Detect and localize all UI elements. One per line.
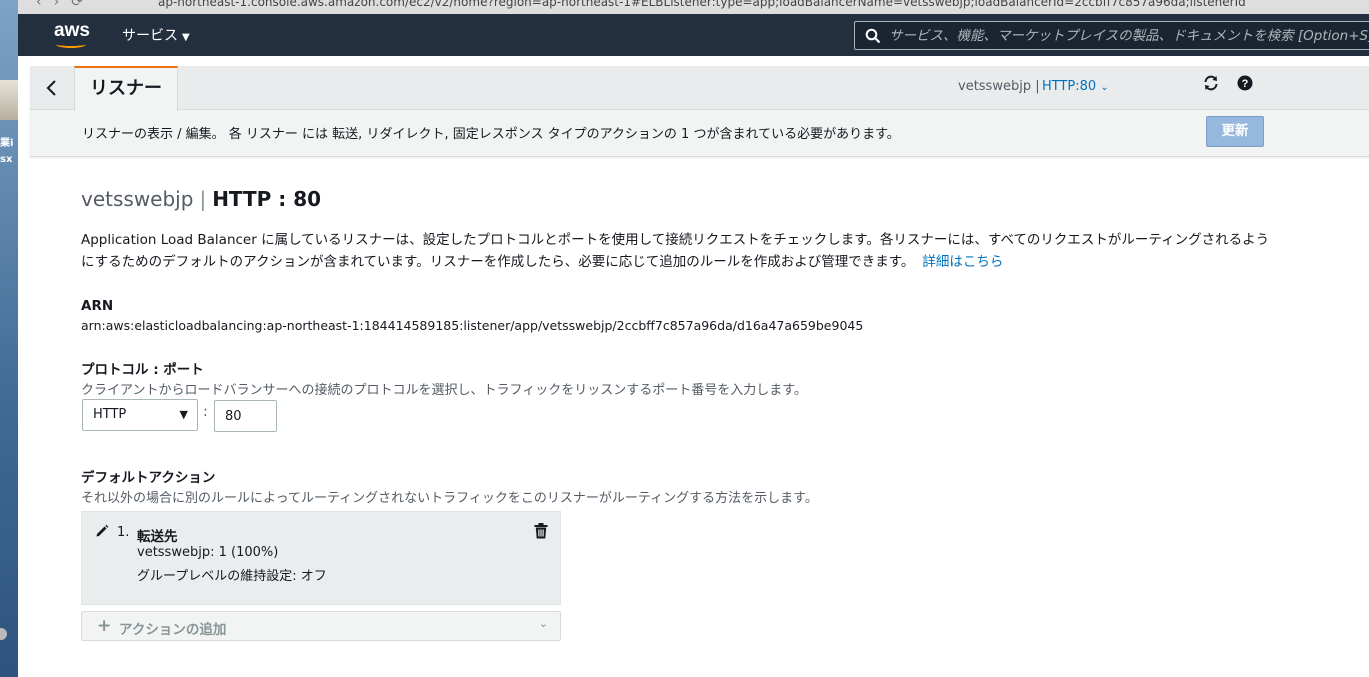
page-title-lb: vetsswebjp (81, 187, 194, 211)
pencil-icon[interactable] (95, 524, 109, 538)
caret-down-icon: ▼ (179, 408, 188, 421)
desktop-file-thumbnail (0, 80, 18, 120)
default-action-card: 1. 転送先 vetsswebjp: 1 (100%) グループレベルの維持設定… (81, 511, 561, 605)
page-title: vetsswebjp | HTTP : 80 (81, 184, 1281, 214)
trash-icon[interactable] (534, 523, 548, 539)
global-search[interactable] (854, 21, 1369, 50)
action-number: 1. (117, 525, 130, 540)
browser-nav-arrows[interactable]: ‹›⟳ (36, 0, 95, 10)
browser-address-bar[interactable]: ‹›⟳ ap-northeast-1.console.aws.amazon.co… (18, 0, 1369, 14)
window-control-dot (0, 628, 7, 640)
learn-more-link[interactable]: 詳細はこちら (922, 254, 1003, 270)
listener-selector[interactable]: HTTP:80 ⌄ (1042, 79, 1109, 94)
page-title-listener: HTTP : 80 (212, 187, 322, 211)
action-title: 転送先 (137, 529, 178, 545)
default-action-description: それ以外の場合に別のルールによってルーティングされないトラフィックをこのリスナー… (81, 491, 818, 506)
services-menu-button[interactable]: サービス ▼ (122, 25, 190, 45)
tab-listeners[interactable]: リスナー (74, 66, 178, 111)
listener-details: vetsswebjp | HTTP : 80 Application Load Ba… (81, 184, 1281, 641)
protocol-port-label: プロトコル : ポート (81, 362, 204, 378)
add-action-label: アクションの追加 (119, 622, 227, 638)
desktop-background: 業i sx (0, 0, 18, 677)
back-arrow-icon[interactable] (40, 76, 64, 100)
action-stickiness: グループレベルの維持設定: オフ (137, 569, 327, 584)
desktop-file-label: 業i sx (0, 138, 14, 165)
aws-logo-smile-icon (56, 41, 86, 48)
intro-text: Application Load Balancer に属しているリスナーは、設定… (81, 232, 1270, 270)
header-description: リスナーの表示 / 編集。 各 リスナー には 転送, リダイレクト, 固定レス… (82, 127, 900, 142)
header-load-balancer-name: vetsswebjp | (958, 79, 1040, 94)
protocol-select[interactable]: HTTP ▼ (82, 399, 198, 431)
arn-value: arn:aws:elasticloadbalancing:ap-northeas… (81, 318, 864, 333)
search-input[interactable] (889, 22, 1369, 49)
action-target-group: vetsswebjp: 1 (100%) (137, 545, 279, 560)
browser-url[interactable]: ap-northeast-1.console.aws.amazon.com/ec… (158, 0, 1246, 9)
aws-top-nav: aws サービス ▼ (18, 14, 1369, 56)
chevron-down-icon: ⌄ (1100, 82, 1109, 93)
help-icon[interactable]: ? (1236, 74, 1254, 92)
intro-paragraph: Application Load Balancer に属しているリスナーは、設定… (81, 229, 1281, 273)
services-label: サービス (122, 28, 178, 44)
refresh-icon[interactable] (1202, 74, 1220, 92)
listener-selector-label: HTTP:80 (1042, 79, 1097, 94)
search-icon (865, 28, 881, 44)
chevron-down-icon: ⌄ (538, 617, 548, 630)
protocol-port-separator: : (203, 404, 208, 420)
arn-label: ARN (81, 298, 114, 314)
svg-text:?: ? (1242, 78, 1249, 90)
aws-logo[interactable]: aws (54, 20, 90, 48)
page-title-separator: | (199, 187, 207, 211)
update-button[interactable]: 更新 (1206, 116, 1264, 147)
caret-down-icon: ▼ (182, 32, 190, 43)
aws-logo-text: aws (54, 20, 90, 41)
plus-icon: + (97, 616, 112, 636)
add-action-button[interactable]: + アクションの追加 ⌄ (81, 611, 561, 641)
default-action-label: デフォルトアクション (81, 470, 216, 486)
protocol-port-description: クライアントからロードバランサーへの接続のプロトコルを選択し、トラフィックをリッ… (81, 383, 807, 398)
listener-header-panel: リスナー vetsswebjp | HTTP:80 ⌄ ? リスナーの表示 / … (30, 66, 1369, 157)
header-tab-row: リスナー vetsswebjp | HTTP:80 ⌄ ? (30, 66, 1369, 111)
port-input[interactable] (214, 400, 277, 432)
protocol-select-value: HTTP (93, 407, 127, 422)
